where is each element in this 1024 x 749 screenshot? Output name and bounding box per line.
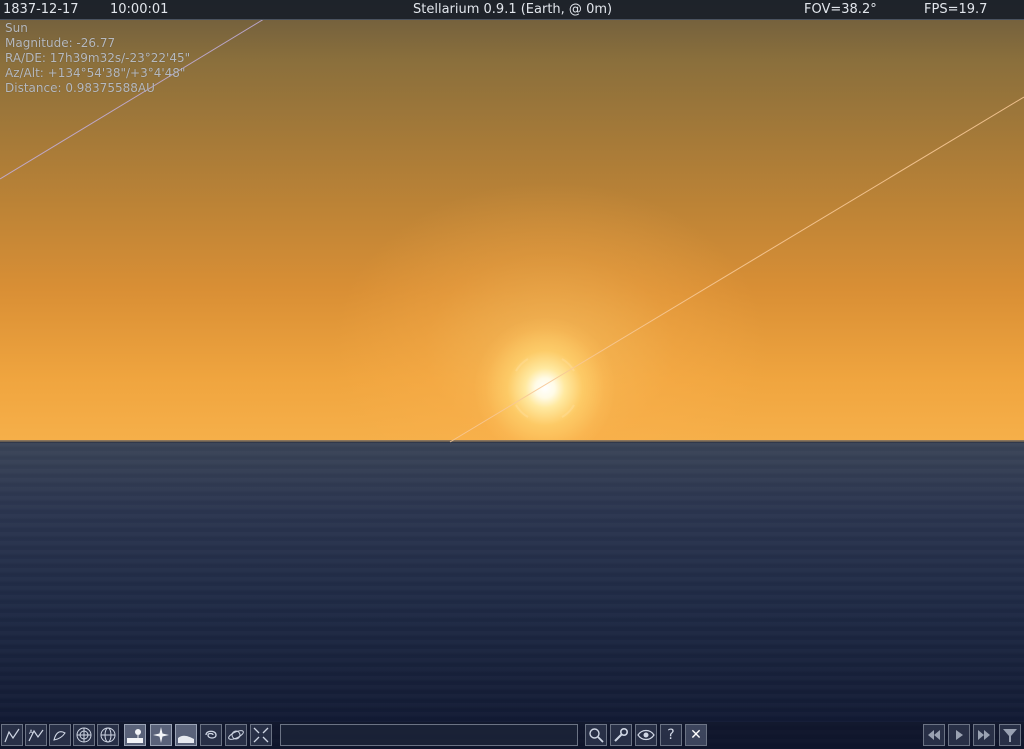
play-button[interactable] [948, 724, 970, 746]
goto-selected-icon [253, 727, 269, 743]
ground-icon [127, 729, 143, 743]
constellation-names-button[interactable]: A [25, 724, 47, 746]
ecliptic-line [449, 96, 1024, 443]
object-info-panel: Sun Magnitude: -26.77 RA/DE: 17h39m32s/-… [5, 21, 190, 96]
azimuthal-grid-button[interactable] [73, 724, 95, 746]
rewind-icon [928, 730, 940, 740]
nebulae-button[interactable] [200, 724, 222, 746]
atmosphere-button[interactable] [175, 724, 197, 746]
atmosphere-icon [178, 735, 194, 743]
nebulae-icon [205, 730, 217, 739]
config-icon [614, 727, 629, 742]
object-ra-de: RA/DE: 17h39m32s/-23°22'45" [5, 51, 191, 65]
ground-button[interactable] [124, 724, 146, 746]
planets-hints-icon [228, 730, 244, 740]
cardinal-points-icon [153, 727, 169, 743]
fast-forward-button[interactable] [973, 724, 995, 746]
fov-label: FOV=38.2° [804, 2, 877, 17]
app-title: Stellarium 0.9.1 (Earth, @ 0m) [413, 2, 613, 17]
constellation-lines-button[interactable] [1, 724, 23, 746]
object-magnitude: Magnitude: -26.77 [5, 36, 116, 50]
constellation-lines-icon [4, 728, 20, 743]
object-distance: Distance: 0.98375588AU [5, 81, 155, 95]
planets-hints-button[interactable] [225, 724, 247, 746]
rewind-button[interactable] [923, 724, 945, 746]
constellation-art-button[interactable] [49, 724, 71, 746]
quit-button[interactable]: ✕ [685, 724, 707, 746]
constellation-art-icon [53, 731, 66, 741]
object-az-alt: Az/Alt: +134°54'38"/+3°4'48" [5, 66, 186, 80]
search-button[interactable] [585, 724, 607, 746]
configuration-button[interactable] [610, 724, 632, 746]
sky-lines [0, 18, 1024, 443]
date-label: 1837-12-17 [3, 2, 79, 17]
fps-label: FPS=19.7 [924, 2, 988, 17]
time-label: 10:00:01 [110, 2, 169, 17]
search-input[interactable] [280, 724, 578, 746]
goto-selected-button[interactable] [250, 724, 272, 746]
search-icon [589, 728, 604, 743]
fast-forward-icon [978, 730, 990, 740]
azimuthal-grid-icon [76, 727, 92, 743]
help-button[interactable]: ? [660, 724, 682, 746]
equatorial-grid-icon [100, 727, 116, 743]
object-name: Sun [5, 21, 28, 35]
view-icon [637, 729, 655, 741]
cardinal-points-button[interactable] [150, 724, 172, 746]
equatorial-grid-button[interactable] [97, 724, 119, 746]
view-button[interactable] [635, 724, 657, 746]
bottom-toolbar: A ? ✕ [0, 722, 1024, 749]
constellation-names-icon: A [28, 729, 44, 742]
top-status-bar: 1837-12-17 10:00:01 Stellarium 0.9.1 (Ea… [0, 0, 1024, 20]
filter-icon [1003, 729, 1017, 742]
play-icon [956, 730, 963, 740]
filter-button[interactable] [999, 724, 1021, 746]
